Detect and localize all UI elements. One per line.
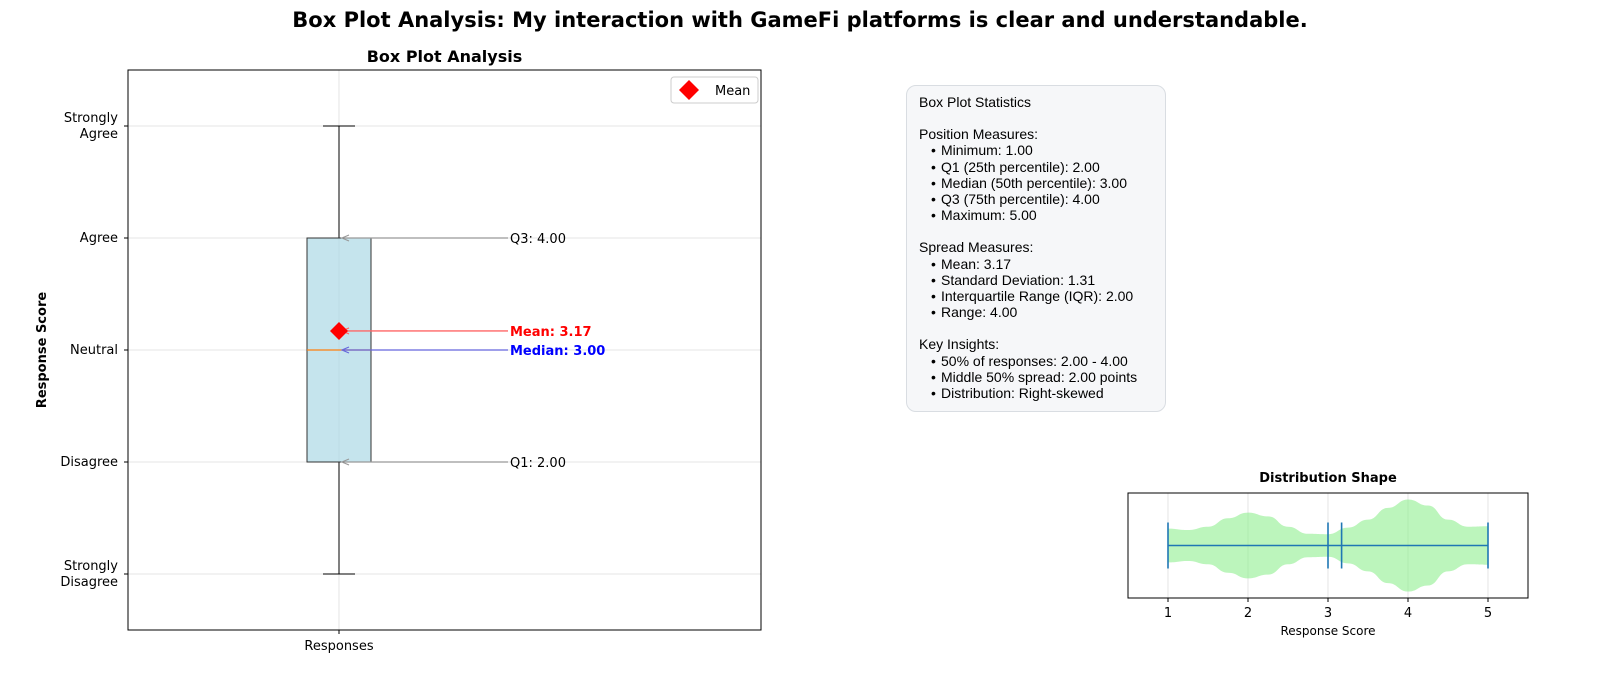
y-tick-label: Neutral — [70, 343, 118, 358]
y-tick-label-line: Disagree — [60, 575, 118, 590]
stat-item: Middle 50% spread: 2.00 points — [919, 369, 1154, 385]
y-tick-label: Disagree — [60, 455, 118, 470]
y-tick-label-line: Strongly — [64, 559, 118, 574]
stat-item: Mean: 3.17 — [919, 256, 1154, 272]
box-plot-chart: Box Plot AnalysisStrongly DisagreeDisagre… — [35, 47, 762, 654]
y-tick-label-line: Disagree — [60, 455, 118, 470]
y-tick-label-line: Strongly — [64, 111, 118, 126]
stat-item: 50% of responses: 2.00 - 4.00 — [919, 353, 1154, 369]
stat-item: Standard Deviation: 1.31 — [919, 272, 1154, 288]
statistics-title: Box Plot Statistics — [919, 94, 1032, 110]
y-tick-label: Strongly Disagree — [60, 559, 118, 590]
annotation-label: Median: 3.00 — [510, 344, 605, 359]
y-tick-label: Strongly Agree — [64, 111, 118, 142]
y-tick-label-line: Neutral — [70, 343, 118, 358]
spread-measures-heading: Spread Measures: — [919, 239, 1034, 256]
y-tick-label-line: Agree — [80, 127, 118, 142]
y-axis-label: Response Score — [35, 292, 50, 409]
x-tick-label: Responses — [304, 639, 373, 654]
stat-item: Maximum: 5.00 — [919, 207, 1154, 223]
annotation-label: Q1: 2.00 — [510, 456, 566, 471]
annotation-label: Mean: 3.17 — [510, 325, 592, 340]
stat-item: Range: 4.00 — [919, 304, 1154, 320]
x-tick-label: 1 — [1164, 606, 1172, 621]
stat-item: Minimum: 1.00 — [919, 142, 1154, 158]
annotation-label: Q3: 4.00 — [510, 232, 566, 247]
stat-item: Q1 (25th percentile): 2.00 — [919, 159, 1154, 175]
y-tick-label-line: Agree — [80, 231, 118, 246]
distribution-shape-chart: Distribution Shape 1 2 3 4 5 Response Score — [1127, 471, 1529, 638]
position-measures-heading: Position Measures: — [919, 126, 1039, 143]
x-tick-label: 2 — [1244, 606, 1252, 621]
x-tick-label: 5 — [1484, 606, 1492, 621]
chart-title: Box Plot Analysis — [367, 47, 523, 66]
stat-item: Distribution: Right-skewed — [919, 385, 1154, 401]
x-tick-label: 4 — [1404, 606, 1412, 621]
x-tick-label: 3 — [1324, 606, 1332, 621]
stat-item: Q3 (75th percentile): 4.00 — [919, 191, 1154, 207]
stat-item: Interquartile Range (IQR): 2.00 — [919, 288, 1154, 304]
violin-title: Distribution Shape — [1259, 471, 1397, 486]
y-tick-label: Agree — [80, 231, 118, 246]
stat-item: Median (50th percentile): 3.00 — [919, 175, 1154, 191]
x-axis-label: Response Score — [1280, 624, 1375, 638]
legend-label: Mean — [715, 84, 750, 99]
key-insights-heading: Key Insights: — [919, 336, 1000, 353]
statistics-panel: Box Plot Statistics Position Measures: M… — [906, 85, 1166, 413]
